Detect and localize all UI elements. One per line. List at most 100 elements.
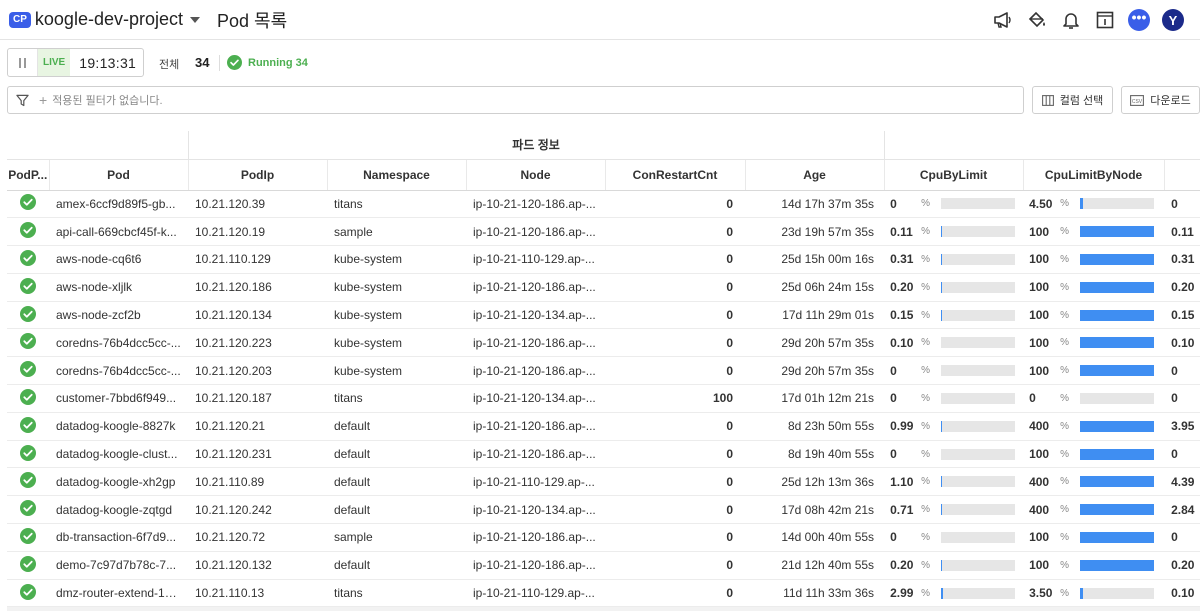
pod-name-cell[interactable]: api-call-669cbcf45f-k... (49, 217, 188, 247)
cpu-by-limit-cell: 0.99% (884, 412, 1024, 441)
age-cell: 25d 06h 24m 15s (745, 273, 885, 302)
running-check-icon (20, 583, 36, 600)
pod-ip-cell: 10.21.120.19 (188, 217, 327, 247)
table-row[interactable]: customer-7bbd6f949... 10.21.120.187 titans… (7, 384, 1200, 413)
cpu-limit-by-node-fill (1080, 226, 1155, 238)
table-row[interactable]: aws-node-xljlk 10.21.120.186 kube-system ip… (7, 273, 1200, 302)
cpu-by-limit-cell: 0.15% (884, 301, 1024, 330)
table-row[interactable]: amex-6ccf9d89f5-gb... 10.21.120.39 titans i… (7, 190, 1200, 219)
pod-name-cell[interactable]: dmz-router-extend-13... (49, 579, 188, 608)
cpu-limit-by-node-cell: 100% (1023, 551, 1165, 580)
pod-name-cell[interactable]: coredns-76b4dcc5cc-... (49, 328, 188, 358)
pod-name-cell[interactable]: customer-7bbd6f949... (49, 384, 188, 413)
pod-phase-cell (7, 217, 49, 247)
namespace-cell: kube-system (327, 301, 466, 330)
page-title: Pod 목록 (216, 10, 288, 31)
table-row[interactable]: demo-7c97d7b78c-7... 10.21.120.132 default… (7, 551, 1200, 580)
table-row[interactable]: api-call-669cbcf45f-k... 10.21.120.19 samp… (7, 217, 1200, 247)
table-row[interactable]: datadog-koogle-xh2gp 10.21.110.89 default i… (7, 467, 1200, 497)
pod-name-cell[interactable]: aws-node-xljlk (49, 273, 188, 302)
table-row[interactable]: aws-node-zcf2b 10.21.120.134 kube-system ip… (7, 301, 1200, 330)
column-select-button[interactable]: 컬럼 선택 (1032, 86, 1113, 114)
pod-name-cell[interactable]: coredns-76b4dcc5cc-... (49, 356, 188, 386)
col-header-namespace[interactable]: Namespace (327, 159, 467, 191)
cpu-by-limit-value: 0.20 (890, 558, 914, 573)
total-label: 전체 (159, 59, 180, 71)
pod-name-cell[interactable]: datadog-koogle-xh2gp (49, 467, 188, 497)
table-row[interactable]: datadog-koogle-clust... 10.21.120.231 defa… (7, 440, 1200, 469)
namespace-cell: default (327, 440, 466, 469)
cpu-by-limit-cell: 0% (884, 523, 1024, 552)
pod-name-cell[interactable]: amex-6ccf9d89f5-gb... (49, 190, 188, 219)
col-header-cpulimitbynode[interactable]: CpuLimitByNode (1023, 159, 1165, 191)
pod-name-cell[interactable]: db-transaction-6f7d9... (49, 523, 188, 552)
table-row[interactable]: datadog-koogle-8827k 10.21.120.21 default i… (7, 412, 1200, 441)
node-cell: ip-10-21-120-186.ap-... (466, 412, 605, 441)
table-row[interactable]: datadog-koogle-zqtgd 10.21.120.242 default… (7, 495, 1200, 525)
namespace-cell: sample (327, 523, 466, 552)
cpu-limit-by-node-fill (1080, 198, 1084, 210)
pod-name-cell[interactable]: demo-7c97d7b78c-7... (49, 551, 188, 580)
table-row[interactable]: coredns-76b4dcc5cc-... 10.21.120.203 kube-… (7, 356, 1200, 386)
pod-ip-cell: 10.21.120.223 (188, 328, 327, 358)
col-header-node[interactable]: Node (466, 159, 606, 191)
pod-name-cell[interactable]: aws-node-cq6t6 (49, 245, 188, 274)
running-status[interactable]: Running 34 (227, 55, 308, 70)
col-header-conrestartcnt[interactable]: ConRestartCnt (605, 159, 746, 191)
table-row[interactable]: coredns-76b4dcc5cc-... 10.21.120.223 kube-… (7, 328, 1200, 358)
download-button[interactable]: CSV 다운로드 (1121, 86, 1200, 114)
project-selector[interactable]: koogle-dev-project (35, 9, 183, 30)
cpu-limit-by-node-fill (1080, 531, 1155, 543)
pod-name-cell[interactable]: datadog-koogle-clust... (49, 440, 188, 469)
info-panel-icon[interactable] (1088, 6, 1122, 34)
namespace-cell: default (327, 495, 466, 525)
pod-table-container[interactable]: 파드 정보 PodP... Pod PodIp Namespace Node C… (7, 131, 1200, 611)
col-header-podip[interactable]: PodIp (188, 159, 328, 191)
restart-count-cell: 0 (605, 495, 745, 525)
cpu-by-limit-fill (941, 587, 944, 599)
age-cell: 14d 17h 37m 35s (745, 190, 885, 219)
cpu-by-limit-cell: 2.99% (884, 579, 1024, 608)
filter-bar[interactable]: + 적용된 필터가 없습니다. (7, 86, 1024, 114)
col-header-cpubylimit[interactable]: CpuByLimit (884, 159, 1024, 191)
add-filter-icon[interactable]: + (39, 92, 47, 108)
pod-ip-cell: 10.21.120.242 (188, 495, 327, 525)
paint-bucket-icon[interactable] (1020, 6, 1054, 34)
running-check-icon (20, 500, 36, 517)
truncated-cell: 0 (1164, 356, 1200, 386)
percent-unit: % (921, 198, 930, 210)
col-header-truncated (1164, 159, 1200, 191)
col-header-age[interactable]: Age (745, 159, 885, 191)
bell-icon[interactable] (1054, 6, 1088, 34)
more-dots-icon[interactable]: ••• (1122, 6, 1156, 34)
table-row[interactable]: aws-node-cq6t6 10.21.110.129 kube-system ip… (7, 245, 1200, 274)
age-cell: 8d 23h 50m 55s (745, 412, 885, 441)
pause-button[interactable] (8, 49, 38, 76)
cpu-by-limit-bar (941, 531, 1016, 543)
col-header-pod[interactable]: Pod (49, 159, 189, 191)
percent-unit: % (1060, 253, 1069, 265)
megaphone-icon[interactable] (986, 6, 1020, 34)
pod-name-cell[interactable]: datadog-koogle-8827k (49, 412, 188, 441)
percent-unit: % (921, 531, 930, 543)
table-row[interactable]: dmz-router-extend-13... 10.21.110.13 titan… (7, 579, 1200, 608)
percent-unit: % (1060, 309, 1069, 321)
pod-name-cell[interactable]: aws-node-zcf2b (49, 301, 188, 330)
user-avatar: Y (1162, 9, 1184, 31)
cpu-limit-by-node-bar (1080, 253, 1155, 265)
user-avatar-button[interactable]: Y (1156, 6, 1190, 34)
percent-unit: % (1060, 531, 1069, 543)
percent-unit: % (921, 309, 930, 321)
pod-name-cell[interactable]: datadog-koogle-zqtgd (49, 495, 188, 525)
table-row[interactable]: db-transaction-6f7d9... 10.21.120.72 sampl… (7, 523, 1200, 552)
chevron-down-icon[interactable] (189, 16, 200, 23)
node-cell: ip-10-21-110-129.ap-... (466, 579, 605, 608)
running-check-icon (20, 361, 36, 378)
running-check-icon (20, 472, 36, 489)
col-header-podphase[interactable]: PodP... (7, 159, 50, 191)
pod-phase-cell (7, 551, 49, 580)
truncated-cell: 0 (1164, 384, 1200, 413)
live-control: LIVE 19:13:31 (7, 48, 144, 77)
percent-unit: % (921, 587, 930, 599)
cpu-by-limit-cell: 0% (884, 356, 1024, 386)
